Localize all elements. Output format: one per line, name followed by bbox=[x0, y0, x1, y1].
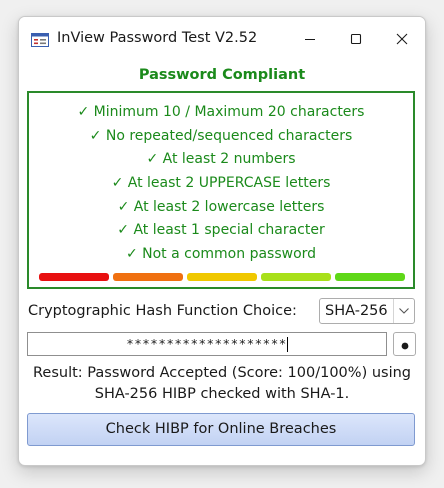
strength-segment-4 bbox=[261, 273, 331, 281]
maximize-icon bbox=[350, 33, 362, 45]
hash-function-label: Cryptographic Hash Function Choice: bbox=[28, 303, 297, 319]
criteria-item-common: ✓ Not a common password bbox=[125, 246, 317, 263]
minimize-button[interactable] bbox=[287, 17, 333, 61]
criteria-panel: ✓ Minimum 10 / Maximum 20 characters ✓ N… bbox=[27, 91, 415, 289]
window-title: InView Password Test V2.52 bbox=[57, 30, 258, 46]
minimize-icon bbox=[304, 33, 316, 45]
result-line-2: SHA-256 HIBP checked with SHA-1. bbox=[94, 386, 350, 402]
strength-meter bbox=[39, 273, 405, 281]
form-app-icon bbox=[31, 32, 49, 47]
strength-segment-2 bbox=[113, 273, 183, 281]
criteria-item-repeats: ✓ No repeated/sequenced characters bbox=[89, 127, 353, 144]
criteria-item-lowercase: ✓ At least 2 lowercase letters bbox=[117, 198, 325, 215]
criteria-list: ✓ Minimum 10 / Maximum 20 characters ✓ N… bbox=[29, 101, 413, 267]
criteria-item-uppercase: ✓ At least 2 UPPERCASE letters bbox=[111, 175, 331, 192]
dot-icon bbox=[401, 335, 409, 354]
criteria-item-numbers: ✓ At least 2 numbers bbox=[146, 151, 296, 168]
chevron-down-icon[interactable] bbox=[393, 299, 414, 323]
criteria-item-length: ✓ Minimum 10 / Maximum 20 characters bbox=[77, 104, 365, 120]
app-window: InView Password Test V2.52 Password Comp… bbox=[18, 16, 426, 466]
text-caret bbox=[286, 337, 288, 352]
password-field[interactable]: ******************** bbox=[27, 332, 387, 356]
hash-function-select[interactable]: SHA-256 bbox=[319, 298, 415, 324]
title-bar[interactable]: InView Password Test V2.52 bbox=[19, 17, 425, 61]
compliance-status: Password Compliant bbox=[138, 67, 306, 83]
strength-segment-1 bbox=[39, 273, 109, 281]
password-masked-value: ******************** bbox=[126, 336, 287, 351]
maximize-button[interactable] bbox=[333, 17, 379, 61]
strength-segment-5 bbox=[335, 273, 405, 281]
criteria-item-special: ✓ At least 1 special character bbox=[117, 222, 325, 239]
check-hibp-button[interactable]: Check HIBP for Online Breaches bbox=[27, 413, 415, 446]
hash-select-value: SHA-256 bbox=[325, 303, 388, 319]
close-button[interactable] bbox=[379, 17, 425, 61]
close-icon bbox=[396, 33, 408, 45]
result-message: Result: Password Accepted (Score: 100/10… bbox=[19, 363, 425, 405]
reveal-password-button[interactable] bbox=[393, 332, 416, 356]
result-line-1: Result: Password Accepted (Score: 100/10… bbox=[33, 365, 411, 381]
strength-segment-3 bbox=[187, 273, 257, 281]
